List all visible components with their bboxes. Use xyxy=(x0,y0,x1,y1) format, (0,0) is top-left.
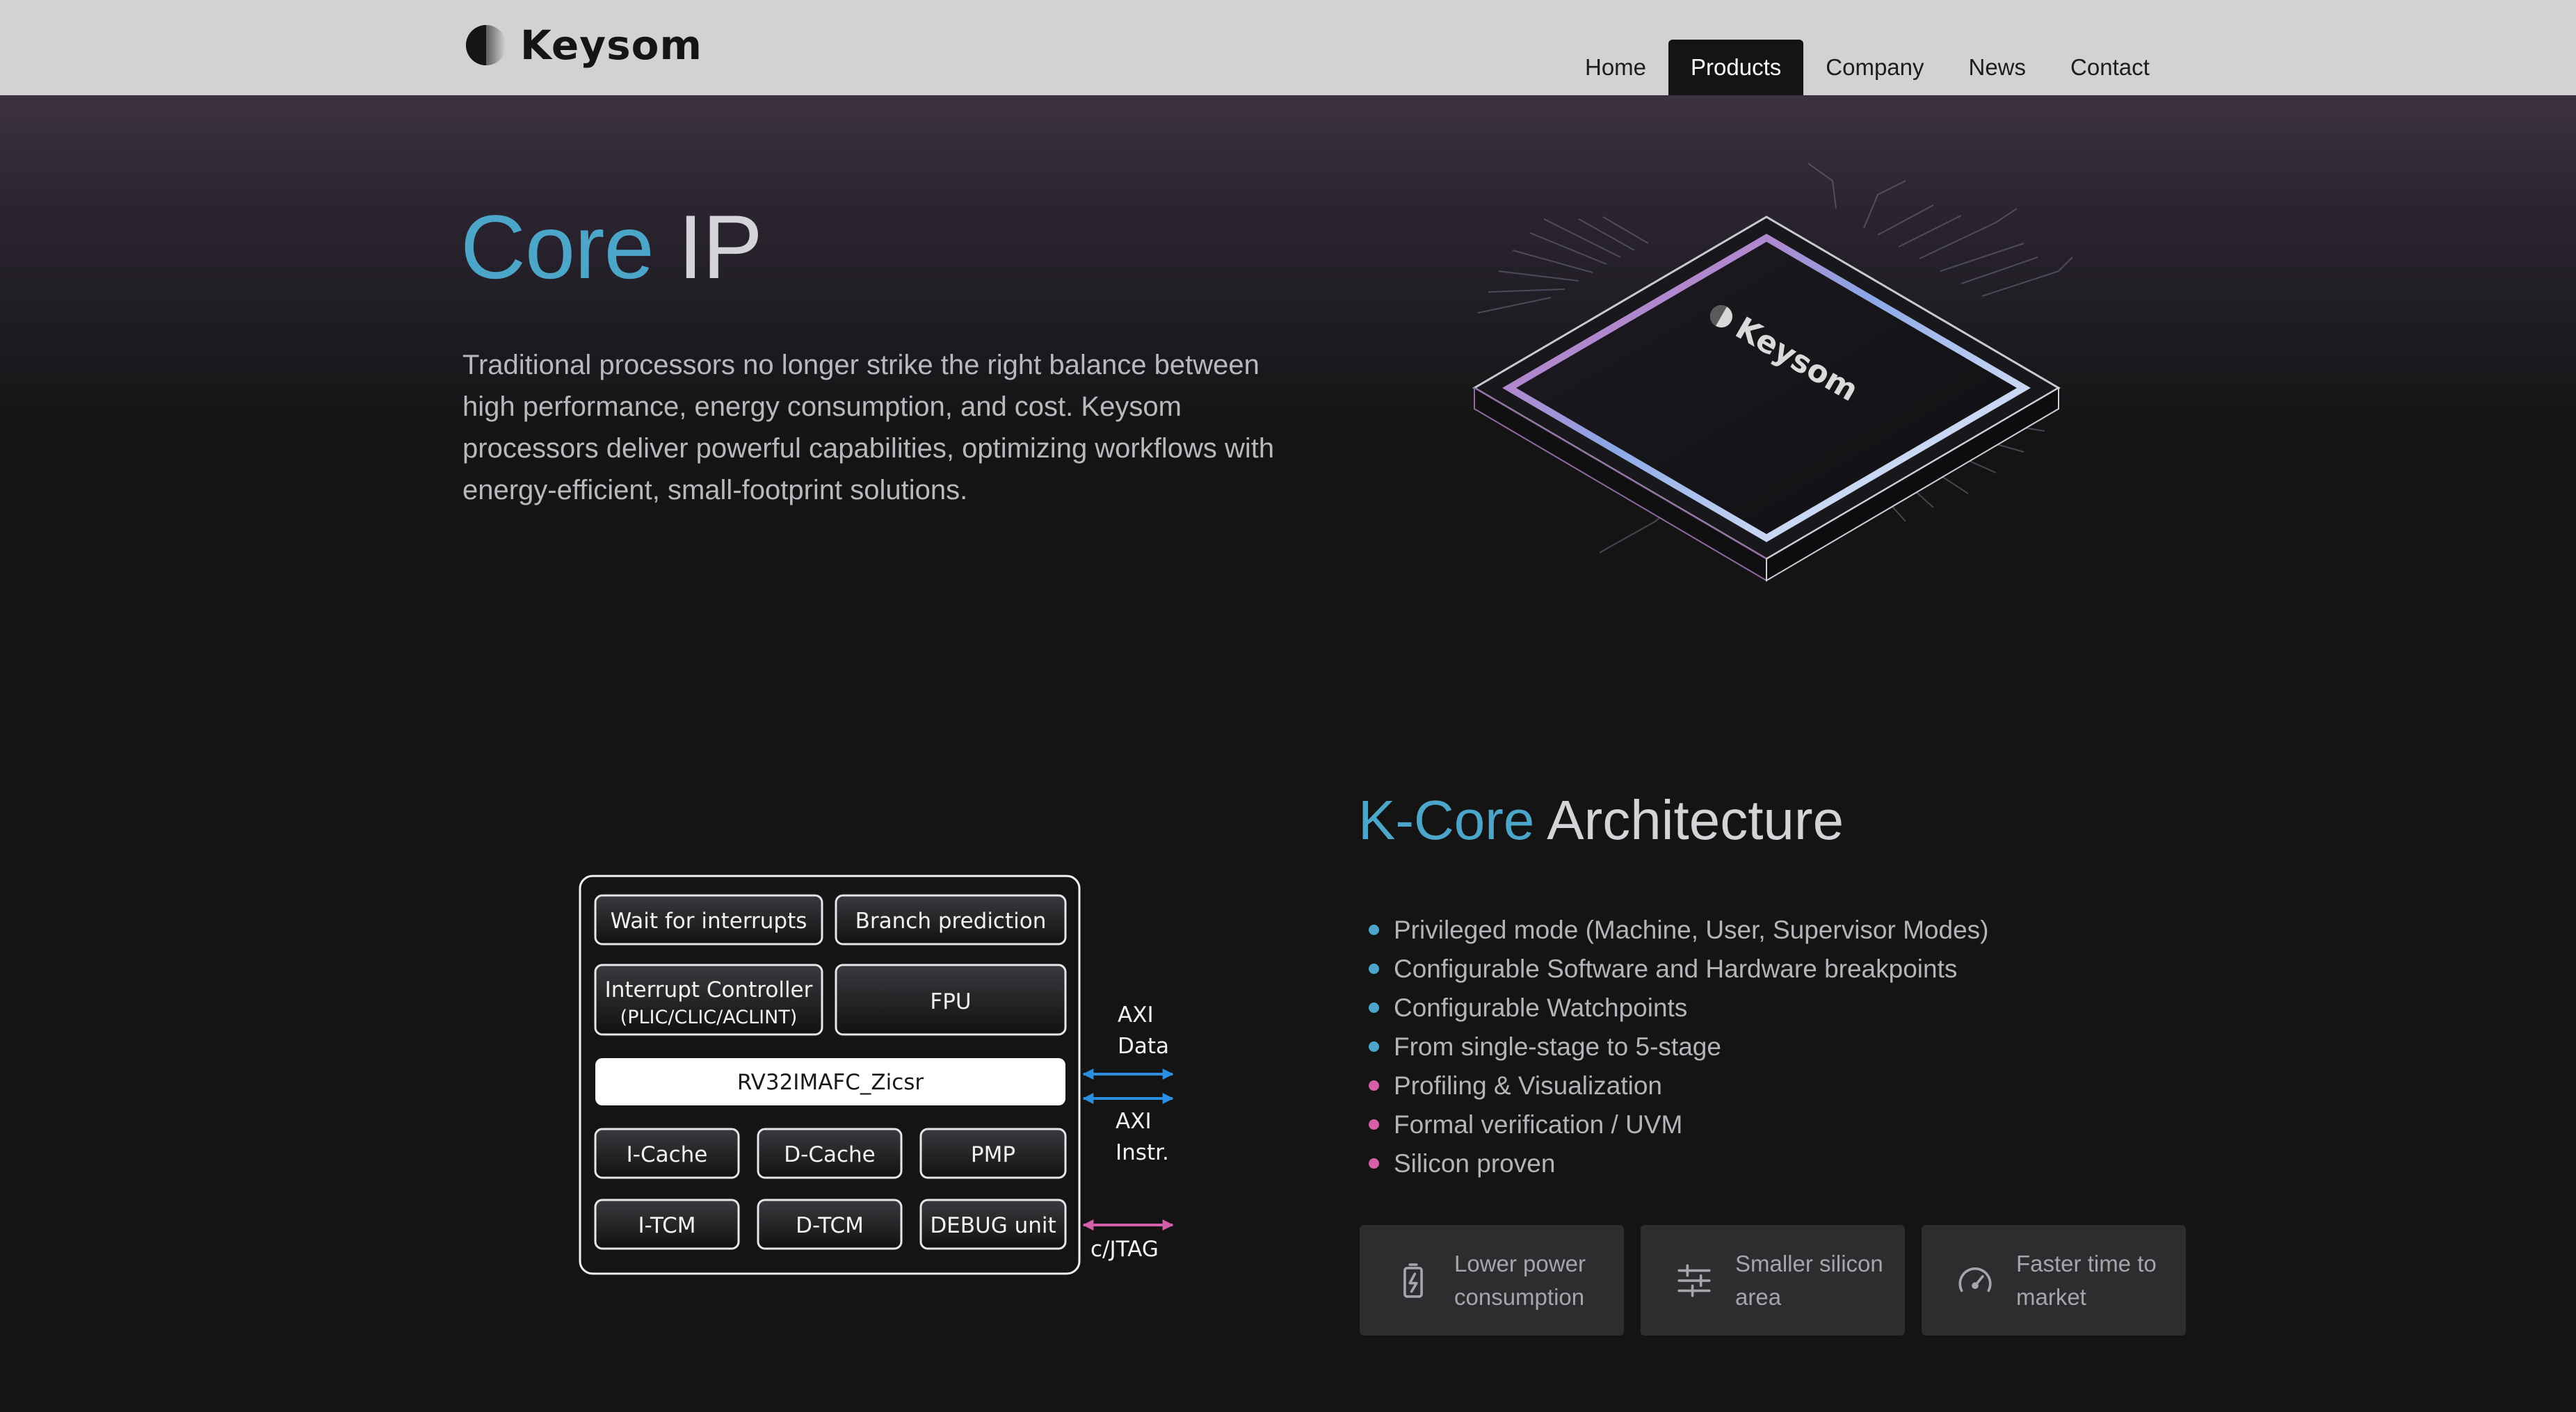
bullet-dot-icon xyxy=(1369,1119,1379,1130)
block-dtcm-label: D-TCM xyxy=(796,1213,864,1238)
block-itcm-label: I-TCM xyxy=(638,1213,696,1238)
bullet-dot-icon xyxy=(1369,1158,1379,1169)
block-debug-label: DEBUG unit xyxy=(930,1213,1056,1238)
top-bar: Keysom Home Products Company News Contac… xyxy=(0,0,2576,95)
benefit-card-area: Smaller silicon area xyxy=(1641,1225,1905,1336)
list-item: Silicon proven xyxy=(1367,1144,1988,1183)
block-branch-label: Branch prediction xyxy=(855,909,1047,934)
hero-description: Traditional processors no longer strike … xyxy=(462,350,1275,505)
block-pmp-label: PMP xyxy=(971,1142,1015,1167)
feature-text: Formal verification / UVM xyxy=(1394,1110,1683,1139)
bullet-dot-icon xyxy=(1369,925,1379,935)
sliders-icon xyxy=(1677,1263,1711,1297)
hero-background xyxy=(0,95,2576,429)
title-rest: IP xyxy=(653,196,763,298)
benefit-card-time: Faster time to market xyxy=(1922,1225,2186,1336)
block-isa-label: RV32IMAFC_Zicsr xyxy=(737,1070,924,1095)
feature-text: From single-stage to 5-stage xyxy=(1394,1032,1721,1061)
brand-logo[interactable]: Keysom xyxy=(465,21,702,70)
nav-contact[interactable]: Contact xyxy=(2048,40,2172,95)
block-wfi-label: Wait for interrupts xyxy=(611,909,807,934)
feature-list: Privileged mode (Machine, User, Supervis… xyxy=(1367,911,1988,1183)
feature-text: Profiling & Visualization xyxy=(1394,1071,1662,1100)
architecture-title-accent: K-Core xyxy=(1358,789,1535,851)
nav-products[interactable]: Products xyxy=(1668,40,1804,95)
list-item: Configurable Watchpoints xyxy=(1367,989,1988,1028)
list-item: Formal verification / UVM xyxy=(1367,1105,1988,1144)
feature-text: Silicon proven xyxy=(1394,1149,1556,1178)
benefit-label: Smaller silicon area xyxy=(1735,1250,1883,1310)
axi-instr-label-2: Instr. xyxy=(1116,1140,1169,1165)
brand-name: Keysom xyxy=(520,22,702,69)
battery-charging-icon xyxy=(1403,1263,1423,1298)
feature-text: Configurable Watchpoints xyxy=(1394,993,1688,1022)
block-icache-label: I-Cache xyxy=(627,1142,708,1167)
speedometer-icon xyxy=(1958,1267,1992,1292)
nav-company[interactable]: Company xyxy=(1803,40,1946,95)
benefit-cards: Lower power consumption Smaller silicon … xyxy=(1360,1225,2186,1336)
benefit-label: Lower power consumption xyxy=(1454,1250,1586,1310)
list-item: Privileged mode (Machine, User, Supervis… xyxy=(1367,911,1988,950)
list-item: From single-stage to 5-stage xyxy=(1367,1028,1988,1066)
bullet-dot-icon xyxy=(1369,1080,1379,1091)
block-dcache-label: D-Cache xyxy=(784,1142,875,1167)
chip-illustration: Keysom xyxy=(1472,163,2073,582)
architecture-title-rest: Architecture xyxy=(1534,789,1844,851)
benefit-label: Faster time to market xyxy=(2016,1250,2157,1310)
feature-text: Privileged mode (Machine, User, Supervis… xyxy=(1394,916,1989,944)
bullet-dot-icon xyxy=(1369,964,1379,974)
architecture-title: K-Core Architecture xyxy=(1358,793,1844,848)
block-irq-label-1: Interrupt Controller xyxy=(605,977,813,1003)
jtag-label: c/JTAG xyxy=(1090,1237,1159,1262)
logo-icon xyxy=(466,25,506,65)
list-item: Profiling & Visualization xyxy=(1367,1066,1988,1105)
block-fpu-label: FPU xyxy=(930,989,971,1014)
list-item: Configurable Software and Hardware break… xyxy=(1367,950,1988,989)
title-accent: Core xyxy=(460,196,654,298)
benefit-card-power: Lower power consumption xyxy=(1360,1225,1624,1336)
block-irq-label-2: (PLIC/CLIC/ACLINT) xyxy=(620,1007,798,1028)
axi-data-label-1: AXI xyxy=(1118,1003,1154,1028)
nav-news[interactable]: News xyxy=(1947,40,2049,95)
core-block-diagram: .bx { fill:url(#blk); stroke:#e6e6ea; st… xyxy=(579,875,1174,1275)
nav-home[interactable]: Home xyxy=(1563,40,1668,95)
bullet-dot-icon xyxy=(1369,1041,1379,1052)
page-title: Core IP xyxy=(460,202,763,292)
main-nav: Home Products Company News Contact xyxy=(1563,40,2172,95)
feature-text: Configurable Software and Hardware break… xyxy=(1394,955,1958,983)
axi-data-label-2: Data xyxy=(1118,1034,1169,1059)
bullet-dot-icon xyxy=(1369,1003,1379,1013)
axi-instr-label-1: AXI xyxy=(1116,1109,1152,1134)
